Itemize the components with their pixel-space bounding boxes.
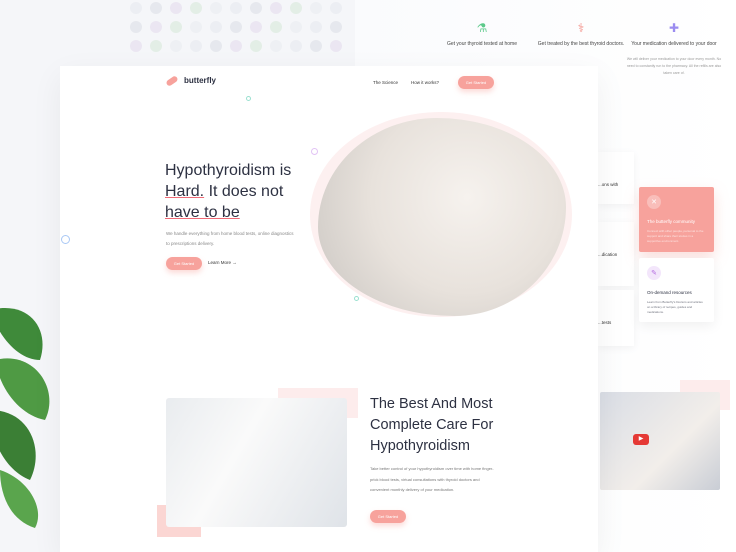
logo-icon xyxy=(165,74,179,87)
feature-delivery: ✚ Your medication delivered to your door W… xyxy=(624,21,724,77)
dot xyxy=(190,2,202,14)
dot xyxy=(230,2,242,14)
hero-photo xyxy=(318,118,566,316)
nav-the-science[interactable]: The Science xyxy=(373,80,398,85)
dot xyxy=(170,40,182,52)
dot xyxy=(270,40,282,52)
dot xyxy=(170,21,182,33)
dot xyxy=(310,40,322,52)
dot xyxy=(270,2,282,14)
dot xyxy=(230,40,242,52)
dot xyxy=(310,21,322,33)
dot xyxy=(130,40,142,52)
dot xyxy=(290,21,302,33)
dot xyxy=(250,21,262,33)
butterfly-icon: ✕ xyxy=(647,195,661,209)
feature-doctors: ⚕ Get treated by the best thyroid doctors… xyxy=(531,21,631,48)
arrow-right-icon: → xyxy=(232,260,237,265)
flask-icon: ⚗ xyxy=(476,21,488,35)
dot xyxy=(190,21,202,33)
dot xyxy=(330,2,342,14)
side-card: ...tests xyxy=(598,290,634,346)
dot xyxy=(150,2,162,14)
dot xyxy=(250,2,262,14)
care-title: The Best And Most Complete Care For Hypo… xyxy=(370,396,494,454)
decorative-ring xyxy=(61,235,70,244)
video-thumbnail[interactable] xyxy=(600,392,720,490)
resources-card[interactable]: ✎ On-demand resources Learn from Butterf… xyxy=(639,258,714,322)
stethoscope-icon: ⚕ xyxy=(577,21,585,35)
dot xyxy=(290,40,302,52)
dot xyxy=(330,40,342,52)
pills-icon: ✚ xyxy=(668,21,680,35)
community-card[interactable]: ✕ The butterfly community Connect with o… xyxy=(639,187,714,252)
dot xyxy=(130,21,142,33)
dot xyxy=(170,2,182,14)
side-card: ...dication xyxy=(598,222,634,286)
nav-get-started-button[interactable]: Get Started xyxy=(458,76,494,89)
dot xyxy=(270,21,282,33)
hero-title: Hypothyroidism is Hard. It does not have t… xyxy=(165,162,292,221)
decorative-ring xyxy=(246,96,251,101)
dot xyxy=(250,40,262,52)
dot xyxy=(130,2,142,14)
side-card: ...ons with xyxy=(598,152,634,204)
plant-decoration xyxy=(0,308,50,528)
pencil-icon: ✎ xyxy=(647,266,661,280)
care-text: Take better control of your hypothyroidi… xyxy=(370,466,494,492)
dot xyxy=(150,40,162,52)
learn-more-link[interactable]: Learn More → xyxy=(208,260,237,265)
brand-logo[interactable]: butterfly xyxy=(165,74,216,87)
dot xyxy=(310,2,322,14)
decorative-ring xyxy=(311,148,318,155)
hero-subtitle: We handle everything from home blood tes… xyxy=(166,231,294,246)
care-get-started-button[interactable]: Get Started xyxy=(370,510,406,523)
play-icon[interactable]: ▶ xyxy=(633,434,649,445)
nav-how-it-works[interactable]: How it works? xyxy=(411,80,439,85)
hero-get-started-button[interactable]: Get Started xyxy=(166,257,202,270)
dot xyxy=(210,2,222,14)
doctor-photo xyxy=(166,398,347,527)
dot xyxy=(230,21,242,33)
dot xyxy=(210,40,222,52)
dot xyxy=(150,21,162,33)
dot xyxy=(210,21,222,33)
decorative-dots xyxy=(130,2,350,57)
dot xyxy=(290,2,302,14)
dot xyxy=(330,21,342,33)
dot xyxy=(190,40,202,52)
feature-test: ⚗ Get your thyroid tested at home xyxy=(432,21,532,48)
decorative-ring xyxy=(354,296,359,301)
